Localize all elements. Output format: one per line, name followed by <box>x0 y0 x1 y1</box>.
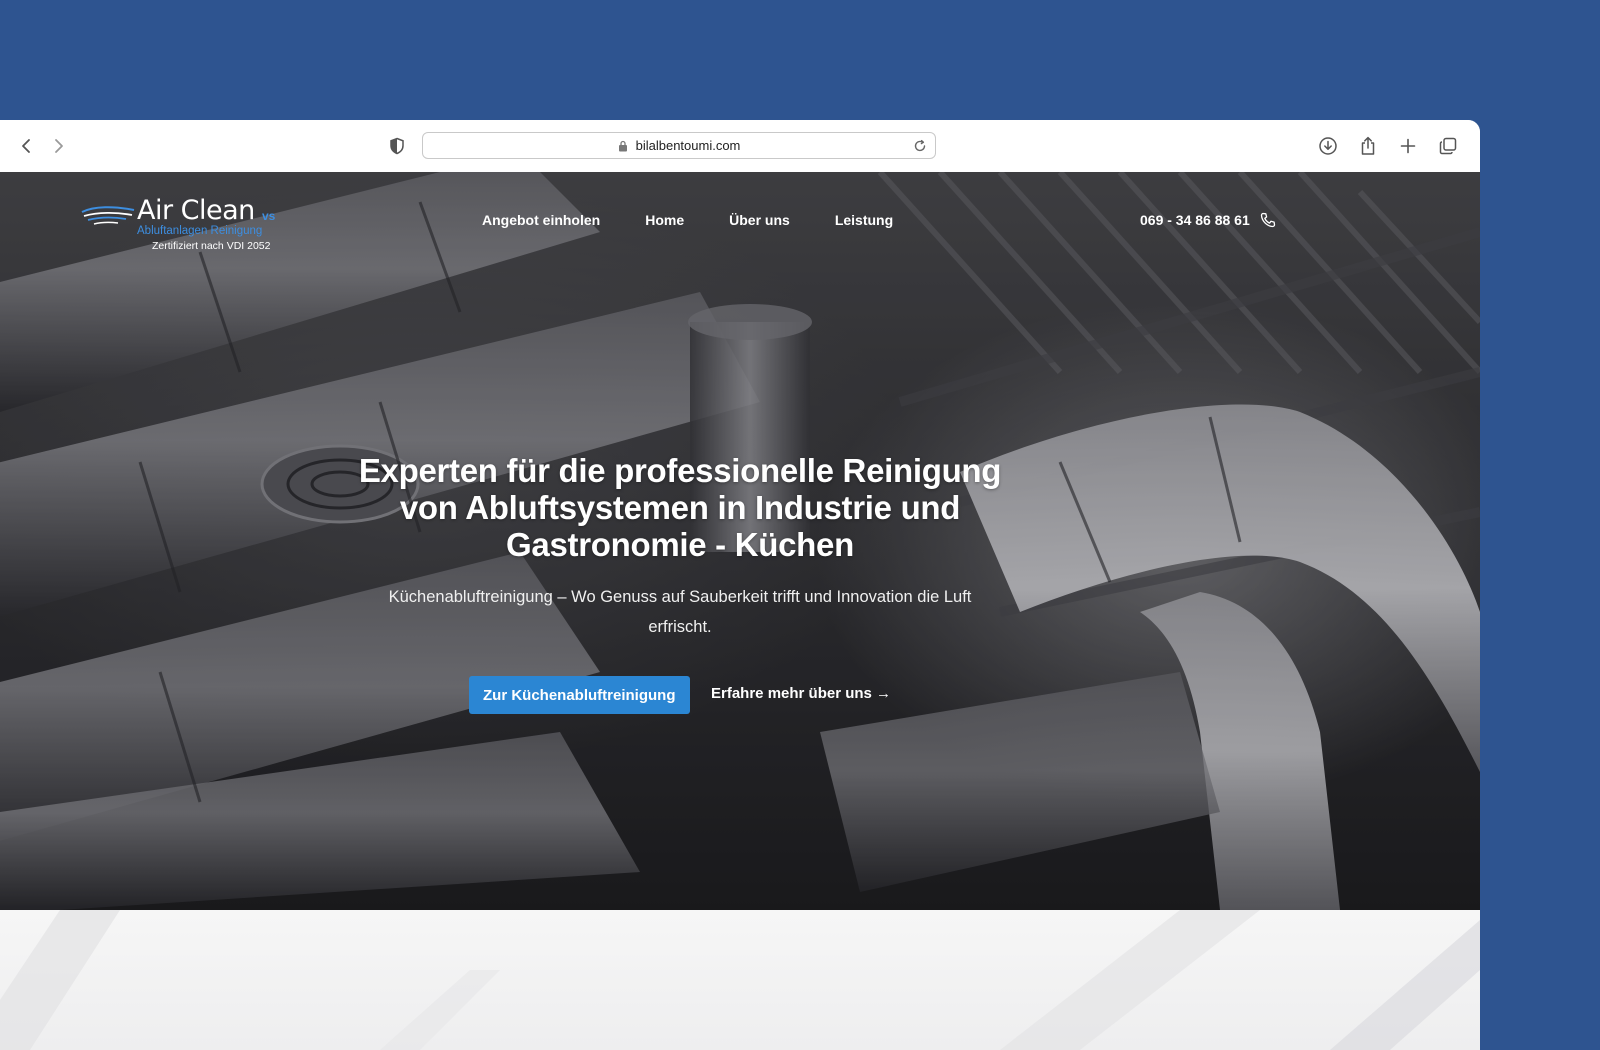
plus-icon <box>1400 138 1416 154</box>
browser-toolbar: bilalbentoumi.com <box>0 120 1480 173</box>
web-page: Air Clean vs Abluftanlagen Reinigung Zer… <box>0 172 1480 1050</box>
back-button[interactable] <box>14 133 40 159</box>
tabs-overview-button[interactable] <box>1435 133 1461 159</box>
kuechenabluftreinigung-button[interactable]: Zur Küchenabluftreinigung <box>469 676 690 714</box>
phone-icon <box>1260 212 1275 228</box>
chevron-right-icon <box>55 139 63 153</box>
chevron-left-icon <box>22 139 30 153</box>
hero-subline: Küchenabluftreinigung – Wo Genuss auf Sa… <box>388 588 972 636</box>
main-nav: Angebot einholen Home Über uns Leistung <box>482 212 893 228</box>
share-button[interactable] <box>1355 133 1381 159</box>
logo-suffix: vs <box>262 209 276 223</box>
section-background-pattern <box>0 910 1480 1050</box>
reload-icon[interactable] <box>912 138 928 154</box>
site-logo[interactable]: Air Clean vs Abluftanlagen Reinigung Zer… <box>80 196 290 256</box>
privacy-report-button[interactable] <box>384 133 410 159</box>
downloads-button[interactable] <box>1315 133 1341 159</box>
next-section <box>0 910 1480 1050</box>
nav-item-ueber-uns[interactable]: Über uns <box>729 212 790 228</box>
logo-tagline: Abluftanlagen Reinigung <box>137 225 263 237</box>
hero-section: Air Clean vs Abluftanlagen Reinigung Zer… <box>0 172 1480 910</box>
browser-window: bilalbentoumi.com Air Clean vs Abluftanl… <box>0 120 1480 1050</box>
share-icon <box>1361 136 1375 155</box>
url-text: bilalbentoumi.com <box>635 138 741 153</box>
hero-headline: Experten für die professionelle Reinigun… <box>358 452 1002 563</box>
forward-button[interactable] <box>45 133 71 159</box>
tabs-overview-icon <box>1439 137 1457 155</box>
nav-item-home[interactable]: Home <box>645 212 684 228</box>
download-icon <box>1319 137 1337 155</box>
phone-link[interactable]: 069 - 34 86 88 61 <box>1140 212 1276 228</box>
nav-item-angebot[interactable]: Angebot einholen <box>482 212 600 228</box>
air-swirl-icon <box>81 206 135 225</box>
lock-icon <box>618 140 627 151</box>
logo-certification: Zertifiziert nach VDI 2052 <box>152 240 271 252</box>
address-bar[interactable]: bilalbentoumi.com <box>422 132 936 159</box>
nav-item-leistung[interactable]: Leistung <box>835 212 893 228</box>
phone-number: 069 - 34 86 88 61 <box>1140 212 1250 228</box>
new-tab-button[interactable] <box>1395 133 1421 159</box>
logo-name: Air Clean <box>137 195 255 226</box>
shield-icon <box>390 137 404 155</box>
learn-more-link[interactable]: Erfahre mehr über uns → <box>711 685 891 702</box>
